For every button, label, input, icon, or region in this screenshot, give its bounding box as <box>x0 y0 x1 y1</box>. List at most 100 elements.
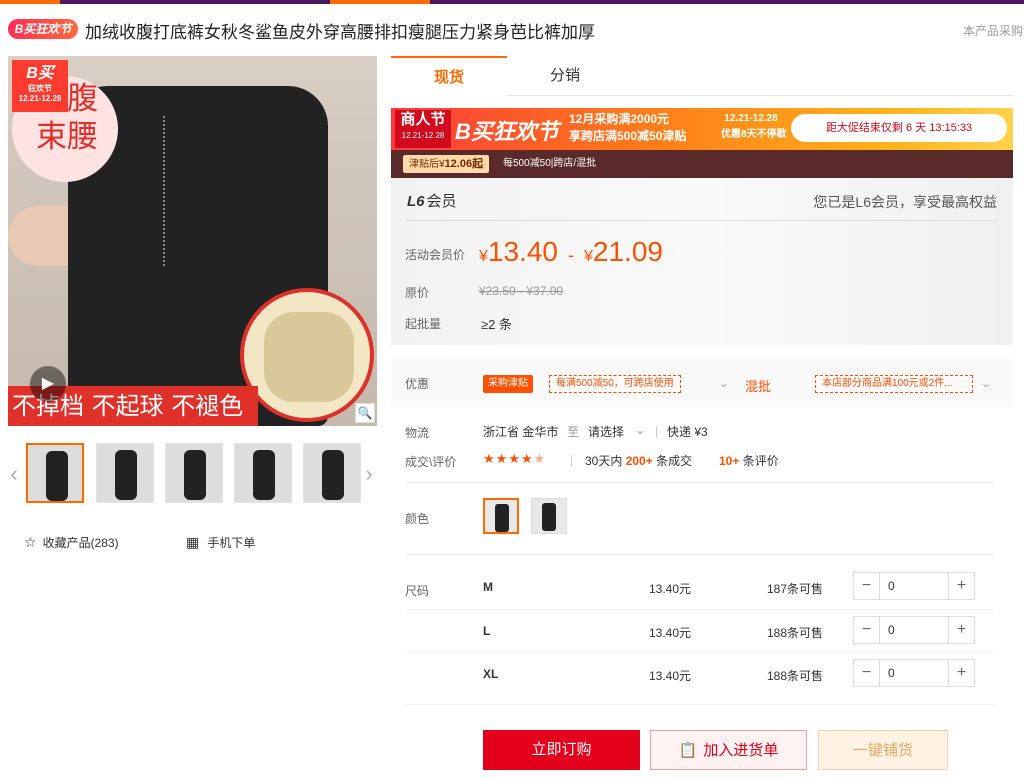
color-label: 颜色 <box>405 512 430 526</box>
thumb-prev-icon[interactable]: ‹ <box>8 459 20 489</box>
fest-badge: B买狂欢节 <box>8 19 78 39</box>
procurement-link[interactable]: 本产品采购 <box>963 22 1023 39</box>
express-fee: 快递 ¥3 <box>667 425 708 439</box>
currency: ¥ <box>479 248 488 265</box>
logistics-label: 物流 <box>405 426 430 440</box>
color-swatch[interactable] <box>483 498 519 534</box>
clipboard-icon: 📋 <box>678 742 698 759</box>
thumbnail[interactable] <box>26 443 84 503</box>
currency: ¥ <box>583 248 593 265</box>
one-click-list-button[interactable]: 一键铺货 <box>818 730 948 770</box>
subsidy-tag[interactable]: 采购津贴 <box>483 375 533 393</box>
minus-button[interactable]: − <box>854 573 880 599</box>
swatch-figure <box>542 503 556 531</box>
date-range: 12.21-12.28 <box>724 113 778 124</box>
subsidy-price: 12.06起 <box>444 158 484 170</box>
zoom-icon[interactable]: 🔍 <box>355 403 375 423</box>
mobile-order-label: 手机下单 <box>207 536 256 550</box>
star-half-icon: ★ <box>533 451 547 466</box>
member-level-code: L6 <box>407 193 425 210</box>
chevron-down-icon[interactable]: ⌄ <box>719 377 728 390</box>
store-coupon[interactable]: 本店部分商品满100元或2件... <box>815 375 973 393</box>
chevron-down-icon[interactable]: ⌄ <box>981 377 990 390</box>
thumbnail-strip: ‹ › <box>8 443 377 505</box>
thumb-figure <box>115 450 137 500</box>
tab-spot[interactable]: 现货 <box>391 56 507 96</box>
chevron-down-icon[interactable]: ⌄ <box>635 423 645 437</box>
quantity-input[interactable]: 0 <box>888 617 895 643</box>
price-low: 13.40 <box>487 236 558 267</box>
fleece-detail <box>240 288 374 422</box>
fleece-fold <box>264 312 354 402</box>
origin: 浙江省 金华市 <box>483 425 559 439</box>
main-product-image[interactable]: 收腹束腰 B买狂欢节12.21-12.28 不掉档 不起球 不褪色 ▶ 🔍 <box>8 56 377 426</box>
color-swatch[interactable] <box>531 498 567 534</box>
add-to-cart-button[interactable]: 📋 加入进货单 <box>650 730 807 770</box>
size-price: 13.40元 <box>649 669 692 683</box>
star-icon: ★ <box>508 451 521 466</box>
minus-button[interactable]: − <box>854 617 880 643</box>
product-title: 加绒收腹打底裤女秋冬鲨鱼皮外穿高腰排扣瘦腿压力紧身芭比裤加厚 <box>85 23 595 43</box>
fest-sticker: B买 狂欢节 12.21-12.28 <box>12 60 68 112</box>
mobile-order-button[interactable]: ▦ 手机下单 <box>186 534 255 551</box>
size-stock: 187条可售 <box>767 582 824 596</box>
plus-button[interactable]: + <box>948 660 974 686</box>
size-row: M 13.40元 187条可售 −0 + <box>391 566 1013 610</box>
reviews-summary[interactable]: 10+ 条评价 <box>719 452 779 469</box>
top-bar-accent <box>0 0 60 4</box>
top-bar <box>0 0 1024 4</box>
play-video-icon[interactable]: ▶ <box>30 366 66 402</box>
deal-count: 200+ <box>625 454 653 468</box>
thumb-figure <box>322 450 344 500</box>
favorite-button[interactable]: ☆ 收藏产品(283) <box>24 534 119 551</box>
hook-row <box>163 116 173 266</box>
deals-label: 成交\评价 <box>405 455 457 469</box>
quantity-input[interactable]: 0 <box>888 660 895 686</box>
thumb-next-icon[interactable]: › <box>363 459 375 489</box>
fest-offer: 12月采购满2000元 享跨店满500减50津贴 <box>569 111 686 145</box>
buy-now-button[interactable]: 立即订购 <box>483 730 640 770</box>
deals-summary[interactable]: 30天内 200+ 条成交 <box>585 452 692 469</box>
member-notice: 您已是L6会员，享受最高权益 <box>813 194 997 210</box>
moq-value: ≥2 条 <box>481 317 512 332</box>
tab-distribution[interactable]: 分销 <box>507 56 623 96</box>
size-price: 13.40元 <box>649 582 692 596</box>
minus-button[interactable]: − <box>854 660 880 686</box>
plus-button[interactable]: + <box>948 617 974 643</box>
thumbnail[interactable] <box>96 443 154 503</box>
plus-button[interactable]: + <box>948 573 974 599</box>
star-icon: ★ <box>495 451 509 466</box>
size-row: XL 13.40元 188条可售 −0 + <box>391 653 1013 697</box>
thumb-figure <box>253 450 275 500</box>
divider <box>407 220 997 221</box>
subsidy-bar: 津贴后¥12.06起 每500减50|跨店/混批 <box>391 150 1013 178</box>
divider <box>656 426 657 438</box>
size-stock: 188条可售 <box>767 669 824 683</box>
to-label: 至 <box>567 425 580 439</box>
thumbnail[interactable] <box>303 443 361 503</box>
thumbnail[interactable] <box>234 443 292 503</box>
merchant-fest-date: 12.21-12.28 <box>401 131 445 140</box>
merchant-fest-badge: 商人节 12.21-12.28 <box>395 110 451 148</box>
swatch-figure <box>495 504 509 532</box>
size-stock: 188条可售 <box>767 626 824 640</box>
promo-label: 优惠 <box>405 377 430 391</box>
destination-select[interactable]: 请选择 <box>588 423 624 440</box>
top-bar-accent <box>330 0 430 4</box>
fest-name: B买狂欢节 <box>455 119 559 144</box>
subsidy-text: 每500减50|跨店/混批 <box>503 158 597 169</box>
divider <box>406 704 994 705</box>
thumbnail[interactable] <box>165 443 223 503</box>
action-row: ☆ 收藏产品(283) ▦ 手机下单 <box>24 534 374 554</box>
price-dash: - <box>567 245 574 265</box>
quantity-input[interactable]: 0 <box>888 573 895 599</box>
promo-banner[interactable]: 商人节 12.21-12.28 B买狂欢节 12月采购满2000元 享跨店满500减… <box>391 108 1013 150</box>
logistics-row: 物流 浙江省 金华市 至 请选择 ⌄ 快递 ¥3 <box>391 420 1013 444</box>
star-icon: ★ <box>520 451 534 466</box>
size-name: L <box>483 624 491 638</box>
star-outline-icon: ☆ <box>24 534 37 550</box>
mix-batch-link[interactable]: 混批 <box>745 376 771 395</box>
countdown: 距大促结束仅剩 6 天 13:15:33 <box>791 114 1007 142</box>
member-price-label: 活动会员价 <box>405 248 466 262</box>
cross-store-coupon[interactable]: 每满500减50，可跨店使用 <box>549 375 681 393</box>
